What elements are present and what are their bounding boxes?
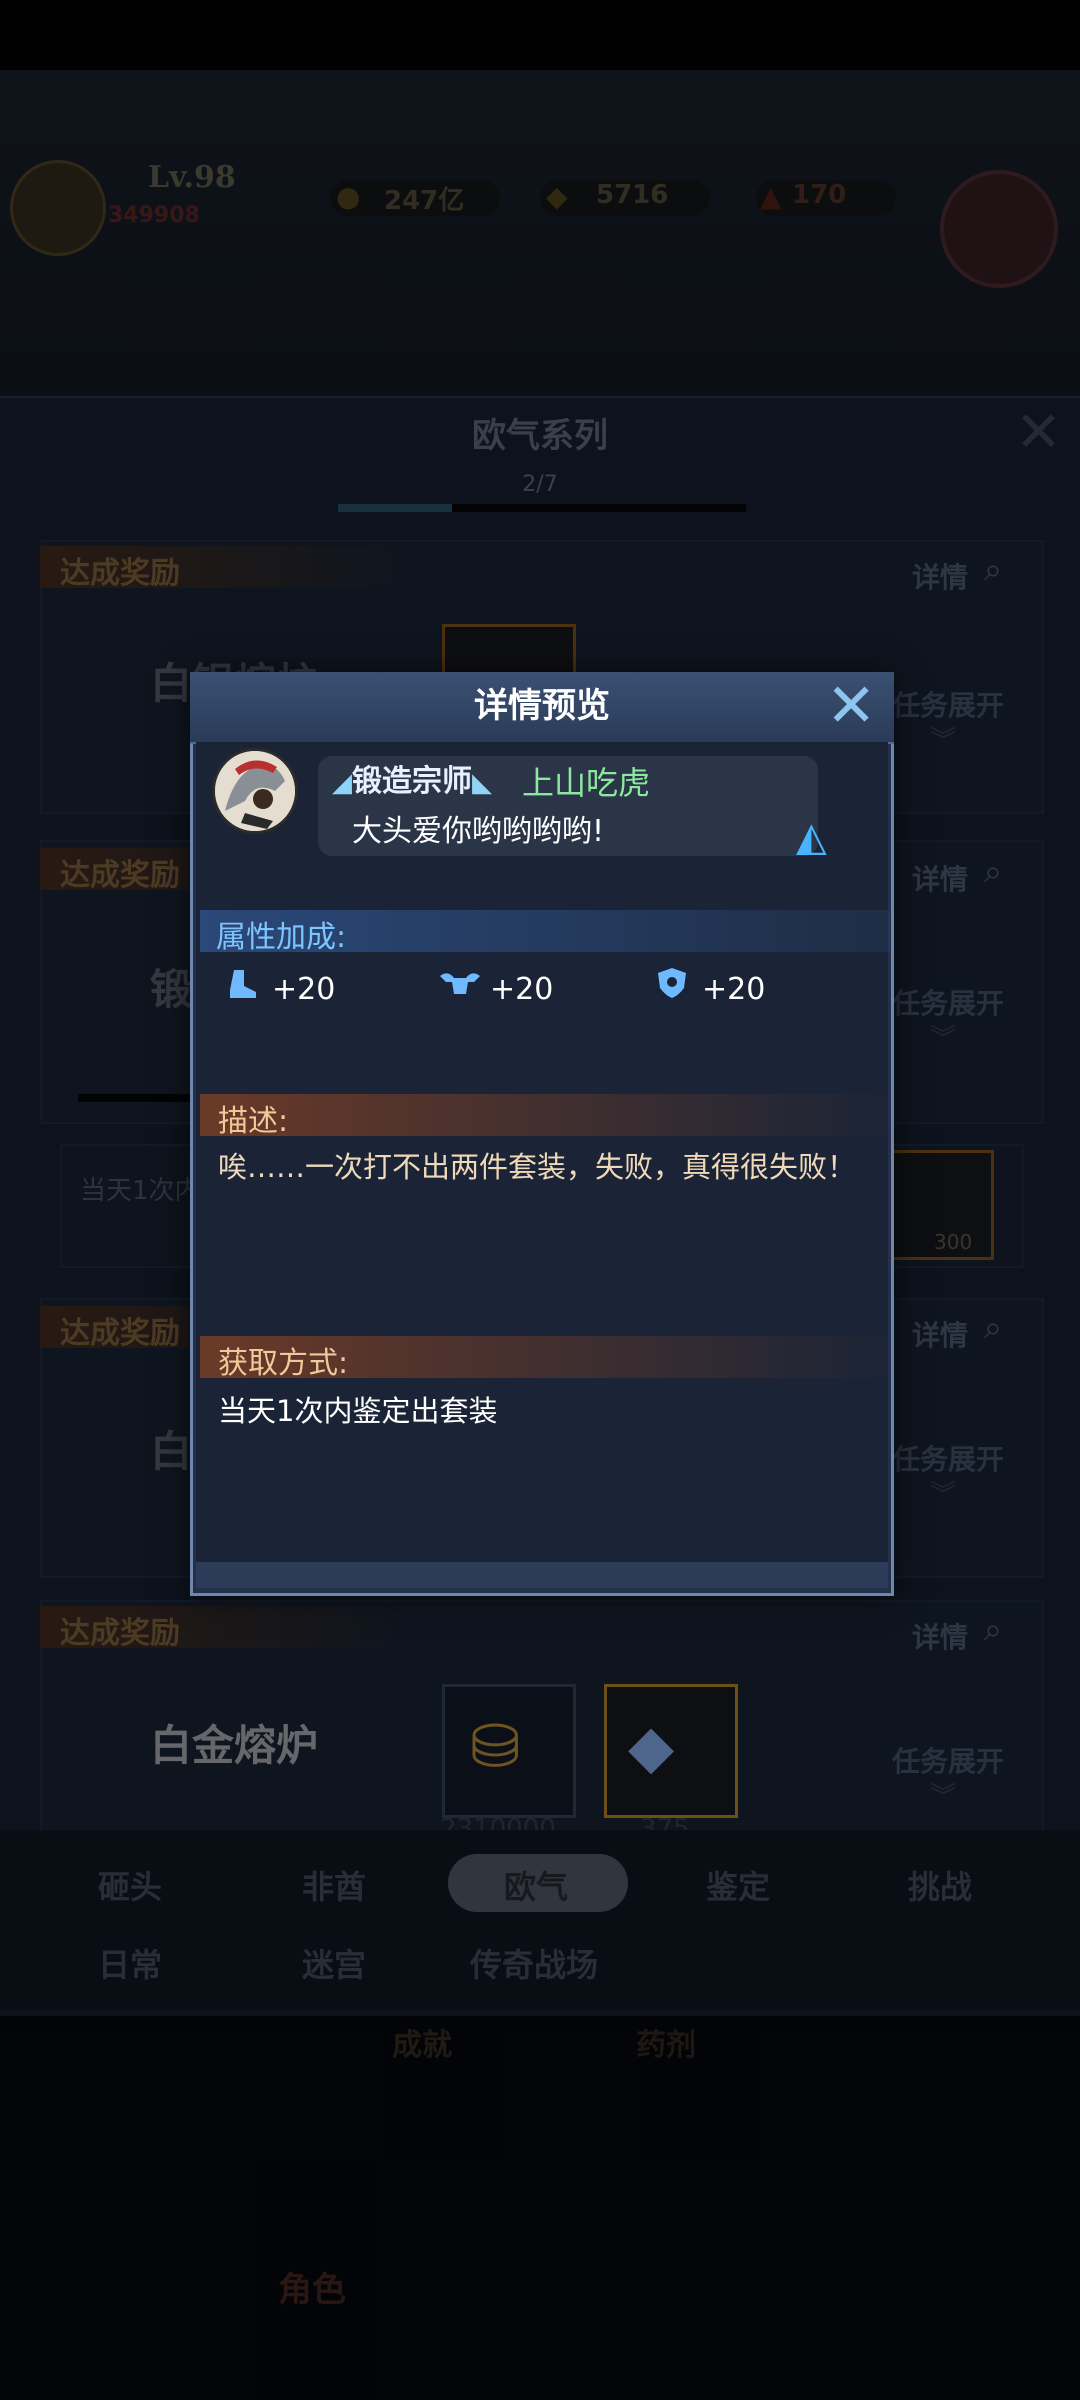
- attr-value: +20: [702, 972, 766, 1007]
- title-badge-text: 锻造宗师: [352, 764, 472, 799]
- player-name: 上山吃虎: [522, 764, 651, 802]
- dialog-footer: [196, 1562, 888, 1588]
- attr-value: +20: [272, 972, 336, 1007]
- dialog-title: 详情预览: [474, 686, 610, 726]
- obtain-label: 获取方式:: [218, 1346, 349, 1381]
- shield-icon: [656, 966, 688, 1008]
- title-badge: ◢锻造宗师◣: [332, 756, 492, 800]
- muscle-icon: [438, 968, 482, 1008]
- warrior-avatar: [212, 748, 298, 834]
- description-label: 描述:: [218, 1104, 289, 1139]
- wing-right-icon: ◣: [472, 768, 492, 798]
- wing-left-icon: ◢: [332, 768, 352, 798]
- bubble-corner-icon: ◭: [796, 814, 827, 860]
- attr-value: +20: [490, 972, 554, 1007]
- chat-message: 大头爱你哟哟哟哟!: [352, 814, 605, 849]
- close-icon[interactable]: ✕: [826, 676, 876, 736]
- description-header: [200, 1094, 890, 1136]
- obtain-text: 当天1次内鉴定出套装: [218, 1394, 498, 1428]
- attributes-label: 属性加成:: [216, 920, 347, 955]
- boot-icon: [226, 968, 258, 1008]
- description-text: 唉……一次打不出两件套装，失败，真得很失败！: [218, 1150, 857, 1184]
